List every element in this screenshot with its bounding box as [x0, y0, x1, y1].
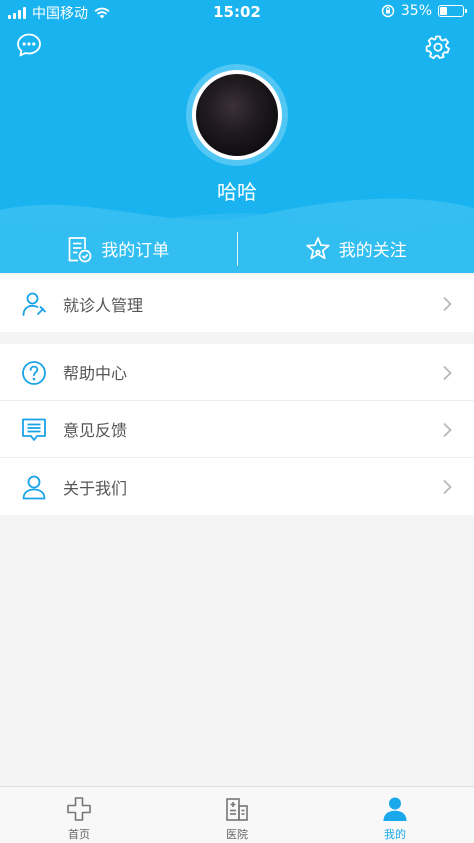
tab-hospital-label: 医院: [226, 828, 248, 841]
feedback-icon: [22, 418, 46, 441]
menu-label-patient-management: 就诊人管理: [63, 295, 144, 315]
status-bar: 中国移动 15:02 35%: [0, 0, 474, 24]
status-right: 35%: [381, 3, 467, 19]
battery-percent: 35%: [400, 3, 432, 19]
user-icon: [383, 797, 407, 821]
avatar-ring: [186, 64, 288, 166]
avatar-image: [196, 74, 278, 156]
about-icon: [22, 475, 46, 500]
patient-icon: [22, 292, 46, 316]
chevron-right-icon: [443, 479, 452, 495]
menu-label-feedback: 意见反馈: [63, 421, 128, 440]
profile-header: 中国移动 15:02 35% 哈哈 我的订单 我的关注: [0, 0, 474, 273]
home-cross-icon: [67, 797, 91, 821]
tab-bar: 首页 医院 我的: [0, 786, 474, 843]
menu-item-about-us[interactable]: 关于我们: [0, 458, 474, 515]
menu-label-help-center: 帮助中心: [63, 364, 128, 383]
my-follows-button[interactable]: 我的关注: [238, 236, 474, 262]
gear-icon: [425, 35, 450, 60]
chevron-right-icon: [443, 422, 452, 438]
tab-me-label: 我的: [384, 828, 406, 841]
chat-bubble-icon: [17, 33, 41, 57]
chevron-right-icon: [443, 296, 452, 312]
battery-icon: [438, 5, 467, 17]
username: 哈哈: [217, 180, 257, 204]
rotation-lock-icon: [381, 4, 395, 18]
message-button[interactable]: [16, 32, 42, 62]
quick-actions: 我的订单 我的关注: [0, 224, 474, 273]
star-icon: [306, 236, 330, 259]
tab-home-label: 首页: [68, 828, 90, 841]
settings-button[interactable]: [425, 34, 451, 64]
avatar[interactable]: [192, 70, 282, 160]
battery-fill: [440, 7, 447, 15]
chevron-right-icon: [443, 365, 452, 381]
help-icon: [22, 361, 46, 385]
menu-group-support: 帮助中心 意见反馈 关于我们: [0, 344, 474, 515]
menu-item-patient-management[interactable]: 就诊人管理: [0, 275, 474, 332]
my-follows-label: 我的关注: [338, 241, 407, 261]
tab-home[interactable]: 首页: [0, 787, 158, 843]
tab-hospital[interactable]: 医院: [158, 787, 316, 843]
menu-label-about-us: 关于我们: [63, 478, 128, 498]
menu-item-help-center[interactable]: 帮助中心: [0, 344, 474, 401]
tab-me[interactable]: 我的: [316, 787, 474, 843]
my-orders-label: 我的订单: [101, 241, 170, 261]
my-orders-button[interactable]: 我的订单: [0, 235, 237, 263]
menu-item-feedback[interactable]: 意见反馈: [0, 401, 474, 458]
menu-group-patients: 就诊人管理: [0, 275, 474, 332]
order-icon: [68, 236, 92, 262]
hospital-icon: [226, 798, 248, 821]
